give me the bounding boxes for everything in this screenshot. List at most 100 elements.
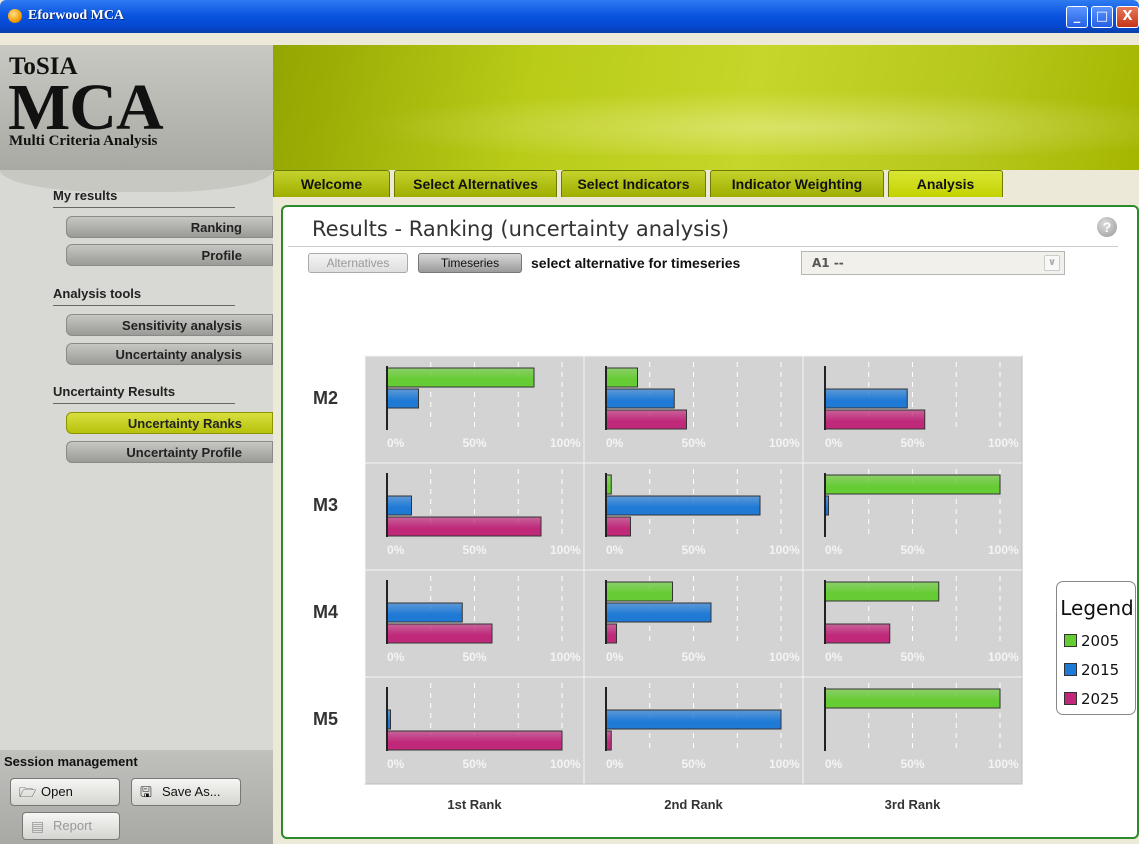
open-button[interactable]: 🗁 Open bbox=[10, 778, 120, 806]
tick-label: 50% bbox=[901, 436, 925, 450]
tick-label: 0% bbox=[825, 436, 843, 450]
tick-label: 0% bbox=[387, 650, 405, 664]
bar-2005 bbox=[824, 474, 1001, 495]
logo-subtitle: Multi Criteria Analysis bbox=[9, 133, 158, 149]
bar-2015 bbox=[824, 388, 908, 409]
tick-label: 50% bbox=[682, 757, 706, 771]
legend-item-2015: 2015 bbox=[1064, 661, 1119, 679]
save-as-button[interactable]: 🖫 Save As... bbox=[131, 778, 241, 806]
sidebar: My results Ranking Profile Analysis tool… bbox=[0, 170, 273, 844]
session-management: Session management 🗁 Open 🖫 Save As... ▤ Re… bbox=[0, 750, 273, 844]
tick-label: 50% bbox=[901, 650, 925, 664]
tab-analysis[interactable]: Analysis bbox=[888, 170, 1003, 197]
tick-label: 0% bbox=[606, 543, 624, 557]
nav-ranking-button[interactable]: Ranking bbox=[66, 216, 273, 238]
column-label: 2nd Rank bbox=[664, 797, 723, 812]
window-title: Eforwood MCA bbox=[28, 8, 125, 23]
close-button[interactable]: X bbox=[1116, 6, 1139, 28]
legend-label-2005: 2005 bbox=[1081, 632, 1120, 650]
tick-label: 50% bbox=[901, 543, 925, 557]
legend: Legend 2005 2015 2025 bbox=[1056, 581, 1136, 715]
tick-label: 50% bbox=[463, 543, 487, 557]
bar-2015 bbox=[386, 388, 419, 409]
tick-label: 0% bbox=[387, 543, 405, 557]
tick-label: 0% bbox=[825, 650, 843, 664]
legend-label-2025: 2025 bbox=[1081, 690, 1120, 708]
bar-2015 bbox=[386, 602, 463, 623]
legend-item-2025: 2025 bbox=[1064, 690, 1119, 708]
tick-label: 50% bbox=[463, 757, 487, 771]
save-icon: 🖫 bbox=[140, 784, 152, 800]
tick-label: 100% bbox=[769, 650, 800, 664]
tick-label: 100% bbox=[988, 757, 1019, 771]
tick-label: 100% bbox=[550, 543, 581, 557]
open-label: Open bbox=[41, 784, 73, 799]
tick-label: 50% bbox=[682, 650, 706, 664]
bar-2025 bbox=[605, 623, 617, 644]
app-icon bbox=[8, 9, 22, 23]
legend-swatch-2025 bbox=[1064, 692, 1077, 705]
tab-indicator-weighting[interactable]: Indicator Weighting bbox=[710, 170, 884, 197]
tick-label: 100% bbox=[769, 757, 800, 771]
bar-2015 bbox=[386, 495, 412, 516]
tick-label: 50% bbox=[901, 757, 925, 771]
tick-label: 100% bbox=[769, 543, 800, 557]
row-label: M5 bbox=[313, 709, 338, 729]
report-icon: ▤ bbox=[31, 818, 45, 834]
tick-label: 100% bbox=[550, 650, 581, 664]
legend-title: Legend bbox=[1060, 596, 1134, 620]
bar-2025 bbox=[605, 516, 631, 537]
column-label: 3rd Rank bbox=[885, 797, 941, 812]
tick-label: 100% bbox=[769, 436, 800, 450]
bar-2005 bbox=[605, 367, 638, 388]
bar-2005 bbox=[605, 581, 673, 602]
maximize-button[interactable]: □ bbox=[1091, 6, 1113, 28]
bar-2025 bbox=[386, 516, 542, 537]
tick-label: 50% bbox=[682, 436, 706, 450]
tick-label: 0% bbox=[825, 543, 843, 557]
header-banner bbox=[273, 45, 1139, 170]
nav-sensitivity-analysis-button[interactable]: Sensitivity analysis bbox=[66, 314, 273, 336]
tick-label: 100% bbox=[550, 757, 581, 771]
tab-bar: Welcome Select Alternatives Select Indic… bbox=[273, 170, 1139, 197]
tick-label: 50% bbox=[682, 543, 706, 557]
nav-uncertainty-analysis-button[interactable]: Uncertainty analysis bbox=[66, 343, 273, 365]
nav-uncertainty-ranks-button[interactable]: Uncertainty Ranks bbox=[66, 412, 273, 434]
nav-profile-button[interactable]: Profile bbox=[66, 244, 273, 266]
tosia-mca-logo: ToSIA MCA Multi Criteria Analysis bbox=[0, 45, 273, 170]
tick-label: 100% bbox=[988, 650, 1019, 664]
tick-label: 100% bbox=[988, 436, 1019, 450]
legend-swatch-2005 bbox=[1064, 634, 1077, 647]
bar-2015 bbox=[605, 602, 712, 623]
bar-2025 bbox=[605, 409, 687, 430]
tick-label: 100% bbox=[550, 436, 581, 450]
tick-label: 50% bbox=[463, 650, 487, 664]
window-titlebar: Eforwood MCA _ □ X bbox=[0, 0, 1139, 33]
session-label: Session management bbox=[4, 754, 138, 769]
bar-2025 bbox=[824, 409, 926, 430]
bar-2005 bbox=[824, 581, 940, 602]
tab-welcome[interactable]: Welcome bbox=[273, 170, 390, 197]
legend-label-2015: 2015 bbox=[1081, 661, 1120, 679]
tick-label: 100% bbox=[988, 543, 1019, 557]
report-button[interactable]: ▤ Report bbox=[22, 812, 120, 840]
bar-2015 bbox=[605, 495, 761, 516]
bar-2025 bbox=[386, 623, 493, 644]
row-label: M3 bbox=[313, 495, 338, 515]
section-analysis-tools: Analysis tools bbox=[53, 286, 235, 306]
tab-select-alternatives[interactable]: Select Alternatives bbox=[394, 170, 557, 197]
tick-label: 0% bbox=[606, 650, 624, 664]
nav-uncertainty-profile-button[interactable]: Uncertainty Profile bbox=[66, 441, 273, 463]
section-my-results: My results bbox=[53, 188, 235, 208]
row-label: M4 bbox=[313, 602, 338, 622]
tick-label: 0% bbox=[387, 757, 405, 771]
tab-select-indicators[interactable]: Select Indicators bbox=[561, 170, 706, 197]
tick-label: 50% bbox=[463, 436, 487, 450]
bar-2005 bbox=[386, 367, 535, 388]
bar-2025 bbox=[824, 623, 891, 644]
tick-label: 0% bbox=[387, 436, 405, 450]
tick-label: 0% bbox=[606, 436, 624, 450]
row-label: M2 bbox=[313, 388, 338, 408]
uncertainty-ranks-chart: M2 0% 50% 100% 0% 50% 100% 0% 50% 100% M3 0% 50% 100%… bbox=[313, 355, 1023, 812]
minimize-button[interactable]: _ bbox=[1066, 6, 1088, 28]
